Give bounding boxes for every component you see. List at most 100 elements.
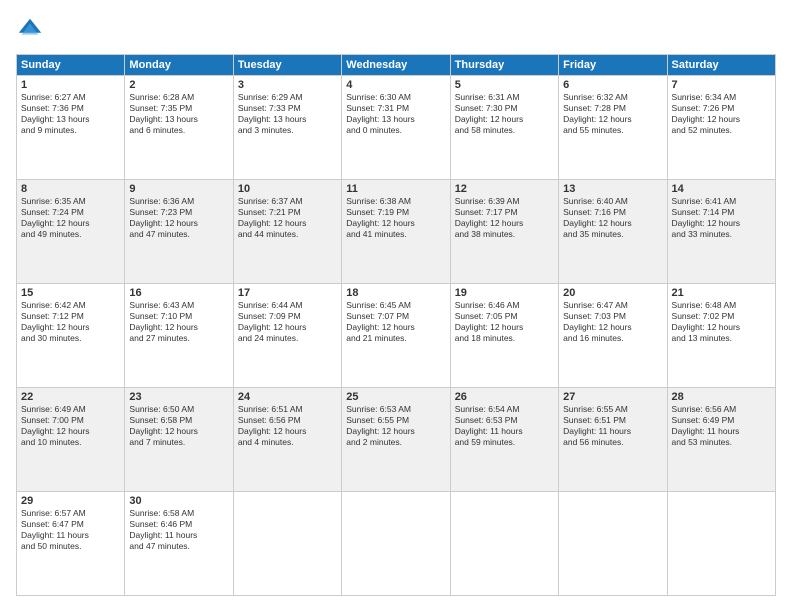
day-number: 13: [563, 183, 662, 195]
day-number: 10: [238, 183, 337, 195]
day-number: 25: [346, 391, 445, 403]
day-number: 8: [21, 183, 120, 195]
calendar-cell: 14Sunrise: 6:41 AMSunset: 7:14 PMDayligh…: [667, 180, 775, 284]
cell-content: Sunrise: 6:57 AMSunset: 6:47 PMDaylight:…: [21, 508, 120, 552]
cell-content: Sunrise: 6:32 AMSunset: 7:28 PMDaylight:…: [563, 92, 662, 136]
day-number: 20: [563, 287, 662, 299]
cell-content: Sunrise: 6:58 AMSunset: 6:46 PMDaylight:…: [129, 508, 228, 552]
cell-content: Sunrise: 6:37 AMSunset: 7:21 PMDaylight:…: [238, 196, 337, 240]
calendar-week-row: 29Sunrise: 6:57 AMSunset: 6:47 PMDayligh…: [17, 492, 776, 596]
cell-content: Sunrise: 6:28 AMSunset: 7:35 PMDaylight:…: [129, 92, 228, 136]
calendar-cell: [450, 492, 558, 596]
calendar-cell: 29Sunrise: 6:57 AMSunset: 6:47 PMDayligh…: [17, 492, 125, 596]
calendar-week-row: 15Sunrise: 6:42 AMSunset: 7:12 PMDayligh…: [17, 284, 776, 388]
day-number: 24: [238, 391, 337, 403]
calendar-cell: 6Sunrise: 6:32 AMSunset: 7:28 PMDaylight…: [559, 76, 667, 180]
cell-content: Sunrise: 6:29 AMSunset: 7:33 PMDaylight:…: [238, 92, 337, 136]
day-number: 14: [672, 183, 771, 195]
day-number: 28: [672, 391, 771, 403]
calendar-week-row: 1Sunrise: 6:27 AMSunset: 7:36 PMDaylight…: [17, 76, 776, 180]
calendar-cell: 7Sunrise: 6:34 AMSunset: 7:26 PMDaylight…: [667, 76, 775, 180]
header: [16, 16, 776, 44]
calendar-cell: 23Sunrise: 6:50 AMSunset: 6:58 PMDayligh…: [125, 388, 233, 492]
calendar-cell: 21Sunrise: 6:48 AMSunset: 7:02 PMDayligh…: [667, 284, 775, 388]
calendar-cell: 17Sunrise: 6:44 AMSunset: 7:09 PMDayligh…: [233, 284, 341, 388]
calendar-cell: 11Sunrise: 6:38 AMSunset: 7:19 PMDayligh…: [342, 180, 450, 284]
day-number: 27: [563, 391, 662, 403]
day-number: 29: [21, 495, 120, 507]
cell-content: Sunrise: 6:45 AMSunset: 7:07 PMDaylight:…: [346, 300, 445, 344]
calendar-cell: 28Sunrise: 6:56 AMSunset: 6:49 PMDayligh…: [667, 388, 775, 492]
calendar-cell: 22Sunrise: 6:49 AMSunset: 7:00 PMDayligh…: [17, 388, 125, 492]
calendar-day-header: Friday: [559, 55, 667, 76]
calendar-cell: 24Sunrise: 6:51 AMSunset: 6:56 PMDayligh…: [233, 388, 341, 492]
cell-content: Sunrise: 6:44 AMSunset: 7:09 PMDaylight:…: [238, 300, 337, 344]
calendar-cell: 1Sunrise: 6:27 AMSunset: 7:36 PMDaylight…: [17, 76, 125, 180]
calendar-cell: 10Sunrise: 6:37 AMSunset: 7:21 PMDayligh…: [233, 180, 341, 284]
calendar-day-header: Saturday: [667, 55, 775, 76]
calendar-cell: 27Sunrise: 6:55 AMSunset: 6:51 PMDayligh…: [559, 388, 667, 492]
day-number: 12: [455, 183, 554, 195]
cell-content: Sunrise: 6:40 AMSunset: 7:16 PMDaylight:…: [563, 196, 662, 240]
calendar-cell: 15Sunrise: 6:42 AMSunset: 7:12 PMDayligh…: [17, 284, 125, 388]
day-number: 4: [346, 79, 445, 91]
calendar-day-header: Sunday: [17, 55, 125, 76]
calendar-table: SundayMondayTuesdayWednesdayThursdayFrid…: [16, 54, 776, 596]
day-number: 3: [238, 79, 337, 91]
calendar-cell: [342, 492, 450, 596]
calendar-cell: 4Sunrise: 6:30 AMSunset: 7:31 PMDaylight…: [342, 76, 450, 180]
cell-content: Sunrise: 6:27 AMSunset: 7:36 PMDaylight:…: [21, 92, 120, 136]
cell-content: Sunrise: 6:39 AMSunset: 7:17 PMDaylight:…: [455, 196, 554, 240]
cell-content: Sunrise: 6:30 AMSunset: 7:31 PMDaylight:…: [346, 92, 445, 136]
day-number: 11: [346, 183, 445, 195]
cell-content: Sunrise: 6:50 AMSunset: 6:58 PMDaylight:…: [129, 404, 228, 448]
cell-content: Sunrise: 6:35 AMSunset: 7:24 PMDaylight:…: [21, 196, 120, 240]
day-number: 6: [563, 79, 662, 91]
day-number: 17: [238, 287, 337, 299]
calendar-week-row: 22Sunrise: 6:49 AMSunset: 7:00 PMDayligh…: [17, 388, 776, 492]
calendar-cell: 5Sunrise: 6:31 AMSunset: 7:30 PMDaylight…: [450, 76, 558, 180]
calendar-day-header: Thursday: [450, 55, 558, 76]
calendar-cell: [559, 492, 667, 596]
day-number: 16: [129, 287, 228, 299]
cell-content: Sunrise: 6:49 AMSunset: 7:00 PMDaylight:…: [21, 404, 120, 448]
calendar-cell: 13Sunrise: 6:40 AMSunset: 7:16 PMDayligh…: [559, 180, 667, 284]
day-number: 2: [129, 79, 228, 91]
day-number: 21: [672, 287, 771, 299]
logo-icon: [16, 16, 44, 44]
calendar-cell: [667, 492, 775, 596]
logo: [16, 16, 48, 44]
calendar-cell: 20Sunrise: 6:47 AMSunset: 7:03 PMDayligh…: [559, 284, 667, 388]
calendar-cell: 30Sunrise: 6:58 AMSunset: 6:46 PMDayligh…: [125, 492, 233, 596]
calendar-cell: 2Sunrise: 6:28 AMSunset: 7:35 PMDaylight…: [125, 76, 233, 180]
day-number: 15: [21, 287, 120, 299]
cell-content: Sunrise: 6:42 AMSunset: 7:12 PMDaylight:…: [21, 300, 120, 344]
day-number: 23: [129, 391, 228, 403]
calendar-cell: 25Sunrise: 6:53 AMSunset: 6:55 PMDayligh…: [342, 388, 450, 492]
day-number: 5: [455, 79, 554, 91]
cell-content: Sunrise: 6:47 AMSunset: 7:03 PMDaylight:…: [563, 300, 662, 344]
calendar-day-header: Wednesday: [342, 55, 450, 76]
calendar-cell: 9Sunrise: 6:36 AMSunset: 7:23 PMDaylight…: [125, 180, 233, 284]
calendar-cell: 18Sunrise: 6:45 AMSunset: 7:07 PMDayligh…: [342, 284, 450, 388]
day-number: 22: [21, 391, 120, 403]
cell-content: Sunrise: 6:34 AMSunset: 7:26 PMDaylight:…: [672, 92, 771, 136]
calendar-cell: 12Sunrise: 6:39 AMSunset: 7:17 PMDayligh…: [450, 180, 558, 284]
calendar-week-row: 8Sunrise: 6:35 AMSunset: 7:24 PMDaylight…: [17, 180, 776, 284]
calendar-day-header: Monday: [125, 55, 233, 76]
calendar-cell: 3Sunrise: 6:29 AMSunset: 7:33 PMDaylight…: [233, 76, 341, 180]
day-number: 1: [21, 79, 120, 91]
calendar-cell: 26Sunrise: 6:54 AMSunset: 6:53 PMDayligh…: [450, 388, 558, 492]
calendar-cell: 8Sunrise: 6:35 AMSunset: 7:24 PMDaylight…: [17, 180, 125, 284]
cell-content: Sunrise: 6:46 AMSunset: 7:05 PMDaylight:…: [455, 300, 554, 344]
cell-content: Sunrise: 6:51 AMSunset: 6:56 PMDaylight:…: [238, 404, 337, 448]
cell-content: Sunrise: 6:48 AMSunset: 7:02 PMDaylight:…: [672, 300, 771, 344]
cell-content: Sunrise: 6:56 AMSunset: 6:49 PMDaylight:…: [672, 404, 771, 448]
cell-content: Sunrise: 6:43 AMSunset: 7:10 PMDaylight:…: [129, 300, 228, 344]
day-number: 9: [129, 183, 228, 195]
calendar-cell: 19Sunrise: 6:46 AMSunset: 7:05 PMDayligh…: [450, 284, 558, 388]
day-number: 18: [346, 287, 445, 299]
cell-content: Sunrise: 6:41 AMSunset: 7:14 PMDaylight:…: [672, 196, 771, 240]
page: SundayMondayTuesdayWednesdayThursdayFrid…: [0, 0, 792, 612]
cell-content: Sunrise: 6:36 AMSunset: 7:23 PMDaylight:…: [129, 196, 228, 240]
